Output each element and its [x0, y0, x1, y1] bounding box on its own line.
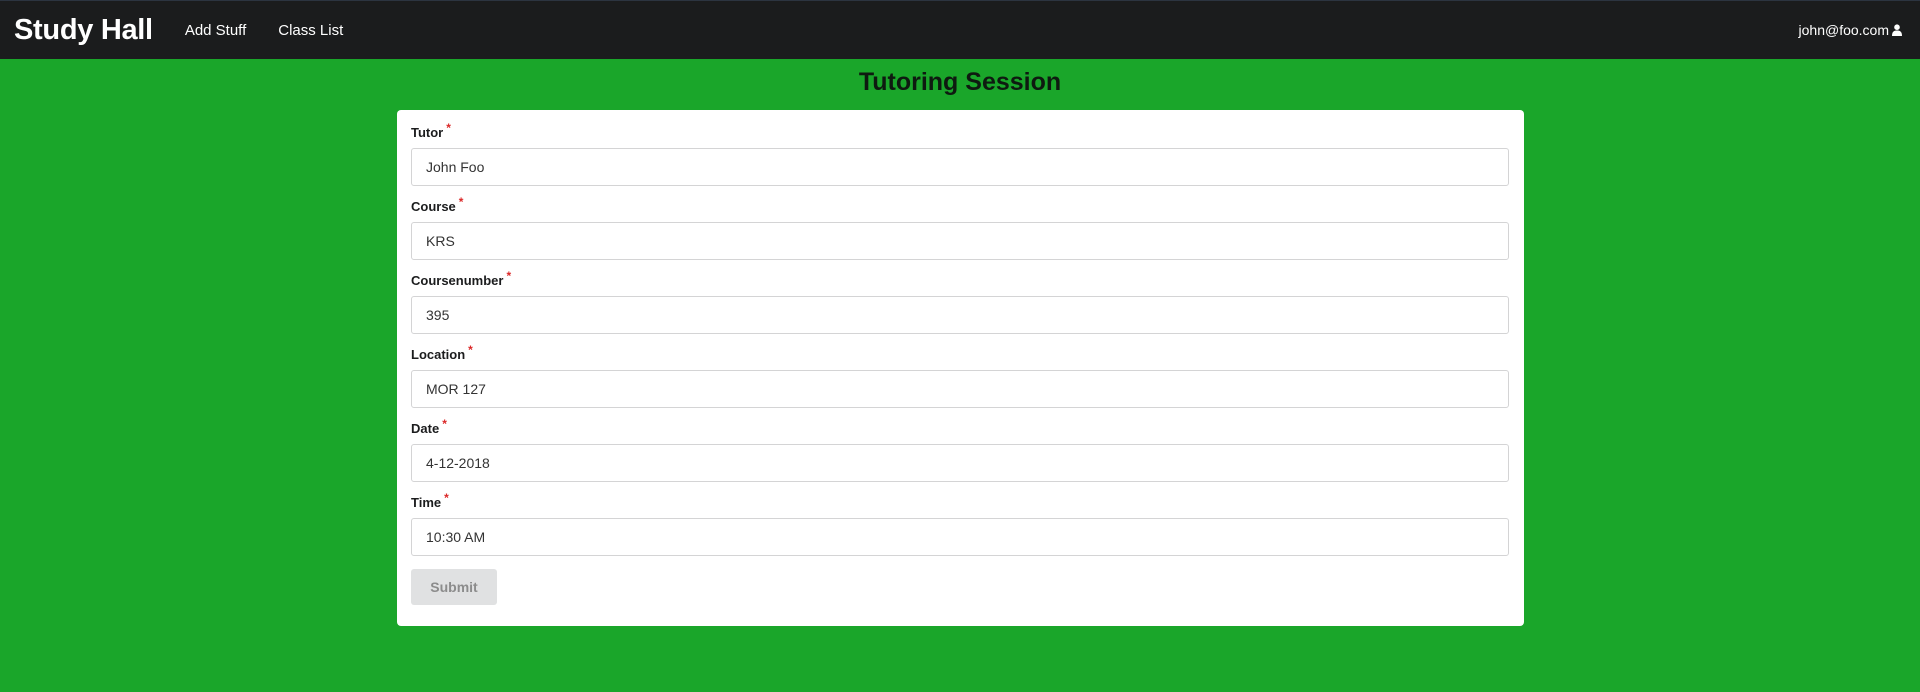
tutor-field: Tutor *	[411, 121, 1510, 186]
course-input[interactable]	[411, 222, 1509, 260]
required-marker: *	[468, 343, 473, 357]
brand-logo[interactable]: Study Hall	[14, 14, 153, 47]
location-field: Location *	[411, 343, 1510, 408]
required-marker: *	[458, 195, 464, 209]
date-field: Date *	[411, 417, 1510, 482]
time-input[interactable]	[411, 518, 1509, 556]
coursenumber-field: Coursenumber *	[411, 269, 1510, 334]
date-input[interactable]	[411, 444, 1509, 482]
course-field: Course *	[411, 195, 1510, 260]
coursenumber-input[interactable]	[411, 296, 1509, 334]
user-icon	[1892, 24, 1902, 36]
required-marker: *	[444, 491, 449, 505]
tutor-input[interactable]	[411, 148, 1509, 186]
location-input[interactable]	[411, 370, 1509, 408]
location-label: Location *	[411, 343, 473, 362]
submit-button[interactable]: Submit	[411, 569, 497, 605]
nav-item-add-stuff[interactable]: Add Stuff	[185, 22, 246, 39]
page-title: Tutoring Session	[858, 68, 1062, 96]
course-label: Course *	[411, 195, 464, 214]
time-label: Time *	[411, 491, 449, 510]
time-field: Time *	[411, 491, 1510, 556]
coursenumber-label: Coursenumber *	[411, 269, 512, 288]
required-marker: *	[442, 417, 447, 431]
tutor-label: Tutor *	[411, 121, 451, 140]
user-email: john@foo.com	[1798, 22, 1889, 38]
tutoring-session-form: Tutor* Course* Coursenumber* Location* D…	[397, 110, 1524, 626]
required-marker: *	[446, 121, 451, 135]
top-navbar: Study Hall Add Stuff Class List john@foo…	[0, 0, 1920, 59]
required-marker: *	[506, 269, 512, 283]
nav-item-class-list[interactable]: Class List	[278, 22, 343, 39]
user-menu[interactable]: john@foo.com	[1799, 1, 1902, 59]
date-label: Date *	[411, 417, 447, 436]
